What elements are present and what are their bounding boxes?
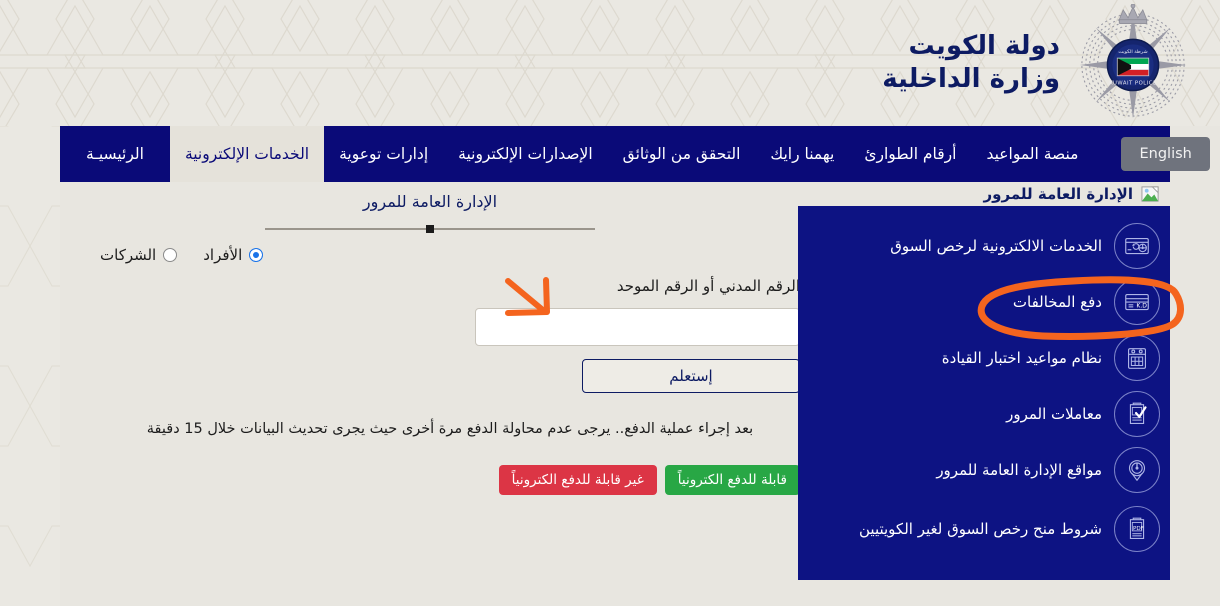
payment-note: بعد إجراء عملية الدفع.. يرجى عدم محاولة … xyxy=(146,421,754,437)
sidebar-item-license-conditions-pdf[interactable]: PDF شروط منح رخص السوق لغير الكويتيين xyxy=(798,498,1170,560)
nav-item-e-publications[interactable]: الإصدارات الإلكترونية xyxy=(443,126,608,182)
svg-text:KUWAIT POLICE: KUWAIT POLICE xyxy=(1109,81,1157,87)
sidebar-label-traffic-locations: مواقع الإدارة العامة للمرور xyxy=(936,460,1102,479)
sidebar-label-license-eservices: الخدمات الالكترونية لرخص السوق xyxy=(890,236,1102,255)
inquiry-form: الأفراد الشركات الرقم المدني أو الرقم ال… xyxy=(60,246,800,495)
payment-status-legend: قابلة للدفع الكترونياً غير قابلة للدفع ا… xyxy=(498,465,800,495)
sidebar-label-traffic-transactions: معاملات المرور xyxy=(1006,404,1102,423)
calendar-icon xyxy=(1114,335,1160,381)
submit-inquiry-button[interactable]: إستعلم xyxy=(582,359,800,393)
legend-payable-badge[interactable]: قابلة للدفع الكترونياً xyxy=(664,465,800,495)
header-brand: شرطة الكويت KUWAIT POLICE دولة الكويت وز… xyxy=(800,0,1220,126)
title-divider xyxy=(265,225,595,233)
civil-id-input[interactable] xyxy=(475,308,800,346)
nav-item-e-services[interactable]: الخدمات الإلكترونية xyxy=(169,126,325,182)
nav-item-verify-documents[interactable]: التحقق من الوثائق xyxy=(608,126,756,182)
sidebar-label-pay-fines: دفع المخالفات xyxy=(1012,292,1102,311)
nav-item-awareness-departments[interactable]: إدارات توعوية xyxy=(324,126,443,182)
radio-option-individuals[interactable]: الأفراد xyxy=(203,246,264,264)
kuwait-police-emblem: شرطة الكويت KUWAIT POLICE xyxy=(1074,3,1192,122)
nav-item-feedback[interactable]: يهمنا رايك xyxy=(755,126,849,182)
pdf-document-icon: PDF xyxy=(1114,506,1160,552)
radio-individuals-dot[interactable] xyxy=(249,248,264,262)
radio-individuals-label: الأفراد xyxy=(203,246,243,264)
main-navigation[interactable]: الرئيسيـة الخدمات الإلكترونية إدارات توع… xyxy=(60,126,1210,182)
svg-text:PDF: PDF xyxy=(1133,526,1144,532)
main-content: الإدارة العامة للمرور الأفراد الشركات ال… xyxy=(60,182,800,606)
page-title: الإدارة العامة للمرور xyxy=(362,192,498,211)
sidebar-item-pay-fines[interactable]: K.D دفع المخالفات xyxy=(798,274,1170,330)
brand-title: دولة الكويت وزارة الداخلية xyxy=(882,30,1060,97)
civil-id-label: الرقم المدني أو الرقم الموحد xyxy=(616,277,800,295)
brand-line-2: وزارة الداخلية xyxy=(882,64,1060,94)
document-check-icon xyxy=(1114,391,1160,437)
nav-item-emergency-numbers[interactable]: أرقام الطوارئ xyxy=(849,126,971,182)
nav-item-home[interactable]: الرئيسيـة xyxy=(60,126,170,182)
sidebar-item-license-eservices[interactable]: الخدمات الالكترونية لرخص السوق xyxy=(798,218,1170,274)
left-background-strip xyxy=(0,126,60,606)
license-card-icon xyxy=(1114,223,1160,269)
sidebar-heading: الإدارة العامة للمرور xyxy=(798,182,1170,206)
sidebar-item-traffic-transactions[interactable]: معاملات المرور xyxy=(798,386,1170,442)
divider-marker xyxy=(426,225,434,233)
sidebar-label-driving-test-appointments: نظام مواعيد اختبار القيادة xyxy=(941,348,1102,367)
radio-companies-label: الشركات xyxy=(100,246,157,264)
language-toggle-button[interactable]: English xyxy=(1121,137,1210,171)
sidebar-item-driving-test-appointments[interactable]: نظام مواعيد اختبار القيادة xyxy=(798,330,1170,386)
sidebar-heading-text: الإدارة العامة للمرور xyxy=(983,185,1133,203)
nav-item-appointments-platform[interactable]: منصة المواعيد xyxy=(971,126,1093,182)
sidebar-label-license-conditions-pdf: شروط منح رخص السوق لغير الكويتيين xyxy=(859,519,1102,538)
site-header: شرطة الكويت KUWAIT POLICE دولة الكويت وز… xyxy=(0,0,1220,126)
brand-line-1: دولة الكويت xyxy=(908,30,1060,61)
traffic-services-sidebar: الخدمات الالكترونية لرخص السوق K.D دفع ا… xyxy=(798,206,1170,580)
radio-companies-dot[interactable] xyxy=(163,248,178,262)
svg-text:K.D: K.D xyxy=(1136,303,1147,310)
sidebar-item-traffic-locations[interactable]: مواقع الإدارة العامة للمرور xyxy=(798,442,1170,498)
payment-card-kd-icon: K.D xyxy=(1114,279,1160,325)
page-root: شرطة الكويت KUWAIT POLICE دولة الكويت وز… xyxy=(0,0,1220,606)
broken-image-icon xyxy=(1141,185,1159,202)
svg-text:شرطة الكويت: شرطة الكويت xyxy=(1118,49,1147,55)
radio-option-companies[interactable]: الشركات xyxy=(100,246,178,264)
legend-not-payable-badge[interactable]: غير قابلة للدفع الكترونياً xyxy=(498,465,657,495)
location-pin-icon xyxy=(1114,447,1160,493)
